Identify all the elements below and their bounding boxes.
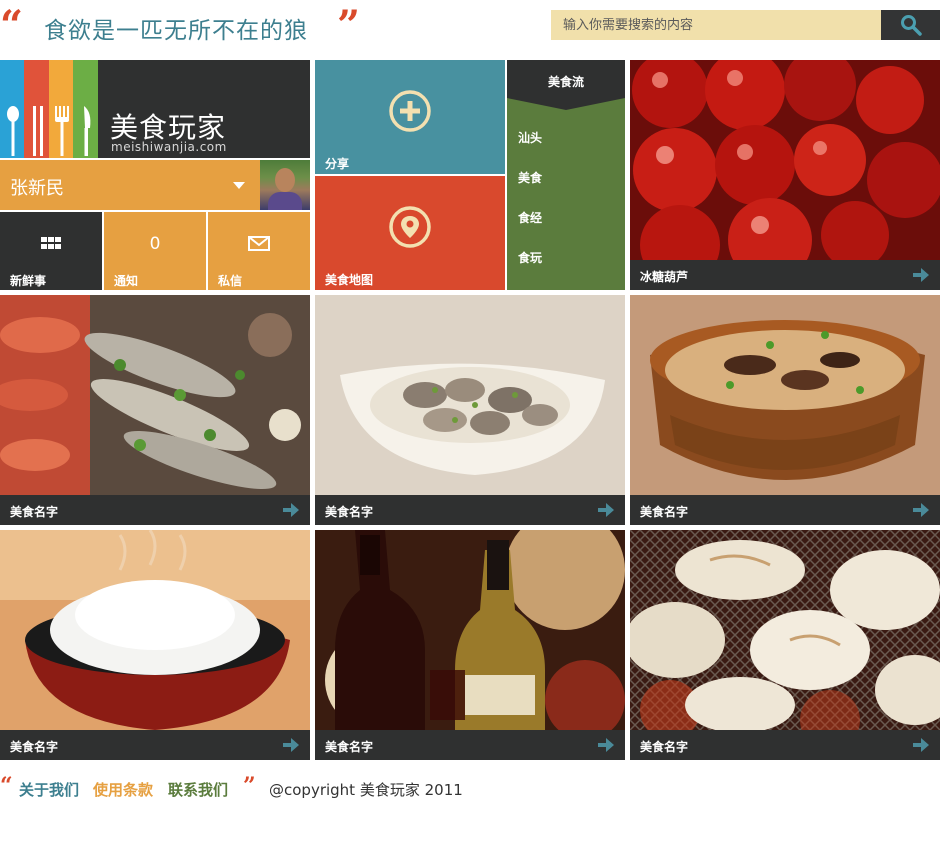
photo-caption-bar: 冰糖葫芦	[630, 260, 940, 290]
photo-tile-white-rice[interactable]: 美食名字	[0, 530, 310, 760]
search-icon	[901, 15, 922, 36]
photo-caption-bar: 美食名字	[315, 495, 625, 525]
arrow-right-icon[interactable]	[282, 502, 300, 518]
arrow-right-icon[interactable]	[282, 737, 300, 753]
wine-bottles-image	[315, 530, 625, 730]
photo-caption: 美食名字	[325, 505, 374, 519]
about-us-link[interactable]: 关于我们	[19, 779, 79, 800]
user-name: 张新民	[10, 178, 64, 199]
white-rice-image	[0, 530, 310, 730]
arrow-right-icon[interactable]	[597, 502, 615, 518]
arrow-right-icon[interactable]	[912, 737, 930, 753]
knife-icon	[84, 106, 91, 156]
grilled-dumplings-image	[630, 530, 940, 730]
flow-item-food-fun[interactable]: 食玩	[518, 249, 542, 266]
photo-caption: 美食名字	[325, 740, 374, 754]
food-flow-panel: 美食流 汕头 美食 食经 食玩	[507, 60, 625, 290]
photo-caption-bar: 美食名字	[630, 495, 940, 525]
user-bar: 张新民	[0, 160, 310, 210]
brand-tile[interactable]: 美食玩家 meishiwanjia.com	[0, 60, 310, 158]
seafood-platter-image	[0, 295, 310, 495]
notification-count: 0	[149, 234, 161, 254]
photo-tile-wine-bottles[interactable]: 美食名字	[315, 530, 625, 760]
candied-haws-image	[630, 60, 940, 260]
notification-label: 通知	[114, 274, 139, 288]
photo-caption-bar: 美食名字	[630, 730, 940, 760]
photo-caption: 美食名字	[640, 740, 689, 754]
fresh-news-label: 新鲜事	[10, 274, 47, 288]
photo-caption-bar: 美食名字	[0, 730, 310, 760]
brand-logo-stripes	[0, 60, 98, 158]
share-tile[interactable]: 分享	[315, 60, 505, 174]
location-pin-icon	[389, 206, 431, 248]
caret-down-icon[interactable]	[233, 182, 245, 189]
envelope-icon	[248, 236, 270, 251]
brand-url: meishiwanjia.com	[111, 140, 227, 154]
private-message-label: 私信	[218, 274, 243, 288]
open-quote-icon: “	[0, 773, 13, 799]
page-slogan: 食欲是一匹无所不在的狼	[44, 18, 308, 44]
contact-us-link[interactable]: 联系我们	[168, 779, 228, 800]
clam-bowl-image	[315, 295, 625, 495]
photo-tile-clam-bowl[interactable]: 美食名字	[315, 295, 625, 525]
photo-caption-bar: 美食名字	[315, 730, 625, 760]
flow-item-food-classics[interactable]: 食经	[518, 209, 542, 226]
chopsticks-icon	[33, 106, 43, 156]
avatar[interactable]	[260, 160, 310, 210]
open-quote-icon: “	[0, 2, 24, 49]
copyright-text: @copyright 美食玩家 2011	[269, 781, 463, 799]
flow-item-food[interactable]: 美食	[518, 169, 542, 186]
photo-caption: 冰糖葫芦	[640, 270, 689, 284]
fork-icon	[55, 106, 69, 156]
photo-tile-rice-bowl-mushroom[interactable]: 美食名字	[630, 295, 940, 525]
private-message-tile[interactable]: 私信	[208, 212, 310, 290]
photo-tile-candied-haws[interactable]: 冰糖葫芦	[630, 60, 940, 290]
page-footer: “ 关于我们 使用条款 联系我们 ” @copyright 美食玩家 2011	[0, 775, 940, 805]
photo-caption: 美食名字	[10, 505, 59, 519]
flow-item-shantou[interactable]: 汕头	[518, 129, 542, 146]
photo-tile-seafood-platter[interactable]: 美食名字	[0, 295, 310, 525]
arrow-right-icon[interactable]	[912, 502, 930, 518]
close-quote-icon: ”	[243, 773, 256, 799]
terms-of-use-link[interactable]: 使用条款	[93, 779, 153, 800]
photo-caption-bar: 美食名字	[0, 495, 310, 525]
search-input[interactable]	[551, 10, 881, 40]
close-quote-icon: ”	[337, 2, 361, 49]
grid-icon	[41, 237, 61, 249]
notification-tile[interactable]: 0 通知	[104, 212, 206, 290]
photo-caption: 美食名字	[10, 740, 59, 754]
search-button[interactable]	[881, 10, 940, 40]
food-map-label: 美食地图	[325, 273, 374, 287]
flow-title: 美食流	[547, 75, 584, 89]
plus-circle-icon	[389, 90, 431, 132]
photo-tile-grilled-dumplings[interactable]: 美食名字	[630, 530, 940, 760]
spoon-icon	[7, 106, 19, 156]
food-map-tile[interactable]: 美食地图	[315, 176, 505, 290]
page-header: “ 食欲是一匹无所不在的狼 ”	[0, 0, 940, 52]
photo-caption: 美食名字	[640, 505, 689, 519]
arrow-right-icon[interactable]	[912, 267, 930, 283]
rice-bowl-mushroom-image	[630, 295, 940, 495]
fresh-news-tile[interactable]: 新鲜事	[0, 212, 102, 290]
arrow-right-icon[interactable]	[597, 737, 615, 753]
share-label: 分享	[325, 157, 350, 171]
